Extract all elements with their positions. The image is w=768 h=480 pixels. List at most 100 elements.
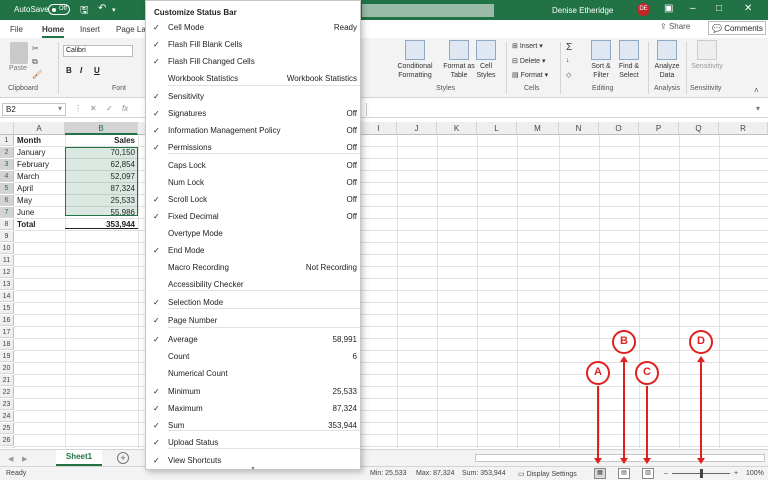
menu-item[interactable]: ✓ Information Management Policy Off [146,123,360,138]
chevron-down-icon[interactable]: ▾ [112,6,116,14]
row-header[interactable]: 16 [0,315,14,326]
row-header[interactable]: 18 [0,339,14,350]
comments-button[interactable]: 💬 Comments [708,21,766,35]
cell-total-label[interactable]: Total [14,219,65,230]
share-button[interactable]: ⇪ Share [660,22,690,31]
name-box[interactable]: B2 [2,103,66,116]
column-header-l[interactable]: L [477,122,517,135]
expand-formula-icon[interactable]: ▾ [756,104,760,113]
sheet-tab[interactable]: Sheet1 [56,450,102,466]
fill-icon[interactable]: ↓ [566,57,570,64]
enter-icon[interactable]: ✓ [106,104,113,113]
conditional-formatting-button[interactable]: Conditional Formatting [392,40,438,80]
row-header[interactable]: 7 [0,207,14,218]
column-header-o[interactable]: O [599,122,639,135]
bold-button[interactable]: B [66,66,72,75]
menu-item[interactable]: ✓ Flash Fill Changed Cells [146,54,360,69]
page-layout-view-icon[interactable]: ▤ [618,468,630,479]
autosum-icon[interactable]: Σ [566,42,572,53]
zoom-in-button[interactable]: + [734,470,738,477]
row-header[interactable]: 19 [0,351,14,362]
zoom-slider-thumb[interactable] [700,469,703,478]
row-header[interactable]: 13 [0,279,14,290]
menu-item[interactable]: Workbook Statistics Workbook Statistics [146,71,360,86]
row-header[interactable]: 22 [0,387,14,398]
menu-item[interactable]: Caps Lock Off [146,158,360,173]
italic-button[interactable]: I [80,66,82,75]
row-header[interactable]: 2 [0,147,14,158]
menu-item[interactable]: ✓ End Mode [146,243,360,258]
formula-input[interactable] [366,103,766,116]
menu-item[interactable]: ✓ Sensitivity [146,89,360,104]
undo-icon[interactable]: ↶ [98,3,106,14]
column-header-i[interactable]: I [361,122,397,135]
row-header[interactable]: 5 [0,183,14,194]
cell-a1[interactable]: Month [14,135,65,146]
format-painter-icon[interactable]: 🖌 [32,70,42,79]
menu-item[interactable]: ✓ Flash Fill Blank Cells [146,37,360,52]
column-header-j[interactable]: J [397,122,437,135]
row-header[interactable]: 25 [0,423,14,434]
cell-month[interactable]: April [14,183,65,194]
find-select-button[interactable]: Find & Select [612,40,646,80]
analyze-data-button[interactable]: Analyze Data [650,40,684,80]
row-header[interactable]: 10 [0,243,14,254]
menu-item[interactable]: ✓ Signatures Off [146,106,360,121]
zoom-level[interactable]: 100% [746,470,764,477]
row-header[interactable]: 1 [0,135,14,146]
row-header[interactable]: 23 [0,399,14,410]
minimize-icon[interactable]: – [690,3,696,14]
tab-file[interactable]: File [10,25,23,34]
row-header[interactable]: 14 [0,291,14,302]
cell-month[interactable]: March [14,171,65,182]
menu-item[interactable]: Numerical Count [146,366,360,381]
font-name-select[interactable]: Calibri [63,45,133,57]
column-header-m[interactable]: M [517,122,559,135]
ribbon-display-icon[interactable]: ▣ [664,3,673,14]
display-settings-button[interactable]: ▭ Display Settings [518,470,577,478]
menu-item[interactable]: ✓ Average 58,991 [146,332,360,347]
tab-page-layout[interactable]: Page La [116,25,146,34]
row-header[interactable]: 20 [0,363,14,374]
paste-icon[interactable] [10,42,28,64]
menu-item[interactable]: ✓ Fixed Decimal Off [146,209,360,224]
menu-item[interactable]: Num Lock Off [146,175,360,190]
search-box[interactable] [362,4,494,17]
row-header[interactable]: 12 [0,267,14,278]
insert-function-button[interactable]: fx [122,104,128,113]
autosave-toggle[interactable]: Off [48,4,70,15]
normal-view-icon[interactable]: ▦ [594,468,606,479]
insert-cells-button[interactable]: ⊞ Insert ▾ [512,42,543,50]
cell-month[interactable]: February [14,159,65,170]
menu-scroll-down-icon[interactable]: ▾ [146,466,360,472]
maximize-icon[interactable]: □ [716,3,722,14]
clear-icon[interactable]: ◇ [566,71,571,79]
name-box-chevron-icon[interactable]: ▾ [58,104,62,113]
column-header-p[interactable]: P [639,122,679,135]
sensitivity-button[interactable]: Sensitivity [688,40,726,71]
column-header-k[interactable]: K [437,122,477,135]
row-header[interactable]: 8 [0,219,14,230]
cell-month[interactable]: May [14,195,65,206]
cell-month[interactable]: June [14,207,65,218]
cancel-icon[interactable]: ✕ [90,104,97,113]
delete-cells-button[interactable]: ⊟ Delete ▾ [512,57,546,65]
menu-item[interactable]: ✓ Page Number [146,313,360,328]
avatar[interactable]: DE [637,3,650,16]
copy-icon[interactable]: ⧉ [32,57,38,67]
row-header[interactable]: 3 [0,159,14,170]
row-header[interactable]: 17 [0,327,14,338]
underline-button[interactable]: U [94,66,100,75]
menu-item[interactable]: Count 6 [146,349,360,364]
cell-month[interactable]: January [14,147,65,158]
menu-item[interactable]: ✓ Cell Mode Ready [146,20,360,35]
next-sheet-icon[interactable]: ▶ [22,455,27,463]
menu-item[interactable]: ✓ Minimum 25,533 [146,384,360,399]
row-header[interactable]: 27 [0,447,14,448]
row-header[interactable]: 11 [0,255,14,266]
page-break-preview-icon[interactable]: ▥ [642,468,654,479]
column-header-a[interactable]: A [14,122,65,135]
tab-home[interactable]: Home [42,25,65,38]
column-header-b[interactable]: B [65,122,138,135]
column-header-n[interactable]: N [559,122,599,135]
